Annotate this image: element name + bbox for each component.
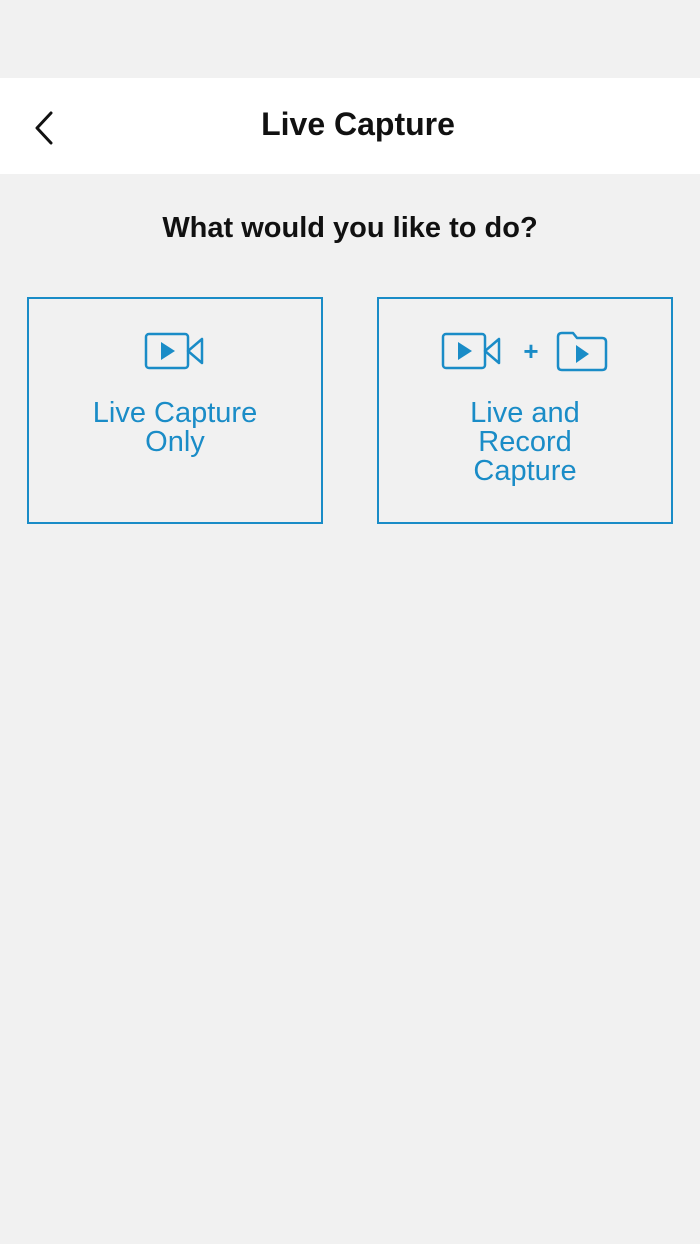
status-bar [0,0,700,78]
video-camera-icon [442,332,501,370]
top-nav-bar: Live Capture [0,78,700,174]
prompt-heading: What would you like to do? [162,212,538,244]
video-folder-icon [556,331,607,372]
option-label-line: Capture [473,455,577,487]
live-capture-only-button[interactable]: Live Capture Only [27,297,323,524]
option-icons: + [379,329,671,373]
option-label-line: Record [478,426,572,458]
page-title: Live Capture [261,106,455,142]
option-label: Live and Record Capture [379,399,671,486]
option-label: Live Capture Only [29,399,321,457]
video-camera-icon [144,332,204,370]
option-label-line: Live and [470,397,580,429]
option-icons [29,329,321,373]
live-and-record-capture-button[interactable]: + Live and Record Capture [377,297,673,524]
option-label-line: Live Capture [92,397,258,429]
plus-sign: + [523,336,539,366]
option-label-line: Only [145,426,205,458]
